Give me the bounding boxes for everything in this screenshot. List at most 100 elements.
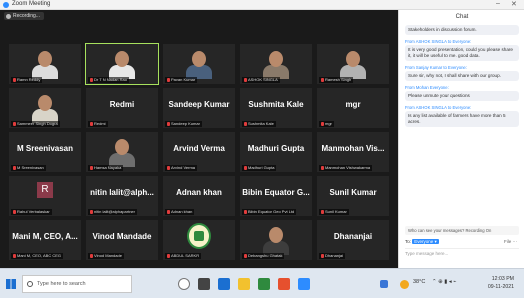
participant-name-label: Madhuri Gupta: [242, 165, 277, 171]
chat-message: Stakeholders in discussion forum.: [405, 25, 519, 35]
participant-tile[interactable]: R Rahul Verbalaskar: [9, 176, 81, 216]
participant-name-label: Dhananjai: [319, 253, 346, 259]
participant-name: Adnan khan: [171, 209, 193, 214]
participant-video: [181, 46, 217, 79]
participant-tile[interactable]: Sunil Kumar Sunil Kumar: [317, 176, 389, 216]
recording-label: Recording...: [13, 13, 40, 19]
chat-message-sender: From Mohan Everyone:: [405, 85, 449, 90]
system-clock[interactable]: 12:03 PM 09-11-2021: [488, 275, 514, 291]
clock-time: 12:03 PM: [491, 276, 514, 282]
participant-tile[interactable]: Mani M, CEO, A... Mani M, CEO, ABC CEG: [9, 220, 81, 260]
participant-name-label: Sunil Kumar: [319, 209, 349, 215]
participant-tile[interactable]: Sandeep Kumar Sandeep Kumar: [163, 88, 235, 128]
search-placeholder: Type here to search: [37, 281, 86, 287]
chat-header: Chat: [455, 14, 469, 20]
weather-icon[interactable]: [400, 280, 409, 289]
minimize-button[interactable]: –: [496, 0, 500, 7]
participant-name: Hamsa Nayaka: [94, 165, 122, 170]
record-icon: [6, 13, 11, 19]
participant-video: [335, 46, 371, 79]
participant-tile[interactable]: Dhananjai Dhananjai: [317, 220, 389, 260]
participant-display-name: nitin lalit@alph...: [90, 188, 154, 197]
participant-name-label: Mani M, CEO, ABC CEG: [11, 253, 64, 259]
participant-tile[interactable]: Hamsa Nayaka: [86, 132, 158, 172]
participant-tile[interactable]: Madhuri Gupta Madhuri Gupta: [240, 132, 312, 172]
participant-tile[interactable]: Sammeer Singh Dogra: [9, 88, 81, 128]
participant-name-label: ASHOK SINGLA: [242, 77, 280, 83]
recording-indicator[interactable]: Recording...: [4, 12, 44, 20]
muted-mic-icon: [321, 122, 324, 126]
participant-display-name: Madhuri Gupta: [247, 144, 305, 153]
edge-icon[interactable]: [218, 278, 230, 290]
participant-tile[interactable]: Adnan khan Adnan khan: [163, 176, 235, 216]
participant-tile[interactable]: ABDUL SARKR: [163, 220, 235, 260]
chat-more-button[interactable]: File ⋯: [504, 238, 517, 246]
chat-input[interactable]: Type message here...: [405, 248, 519, 258]
dropbox-icon[interactable]: [380, 280, 388, 288]
participant-tile[interactable]: Bibin Equator G... Bibin Equator Geo Pvt …: [240, 176, 312, 216]
participant-name-label: Vinod Mandade: [88, 253, 124, 259]
muted-mic-icon: [244, 122, 247, 126]
muted-mic-icon: [13, 122, 16, 126]
muted-mic-icon: [13, 254, 16, 258]
participant-name: Rahul Verbalaskar: [17, 209, 50, 214]
chat-messages: Stakeholders in discussion forum. From AS…: [405, 24, 519, 127]
participant-name-label: Rahul Verbalaskar: [11, 209, 52, 215]
close-button[interactable]: ✕: [511, 0, 517, 8]
participant-video: [104, 134, 140, 167]
participant-video: [258, 222, 294, 255]
recipient-select[interactable]: Everyone ▾: [412, 239, 439, 244]
cortana-icon[interactable]: [178, 278, 190, 290]
participant-tile[interactable]: Arvind Verma Arvind Verma: [163, 132, 235, 172]
participant-tile[interactable]: nitin lalit@alph... nitin lalit@alphapart…: [86, 176, 158, 216]
participant-tile[interactable]: Vinod Mandade Vinod Mandade: [86, 220, 158, 260]
office-icon[interactable]: [278, 278, 290, 290]
participant-tile[interactable]: Debangshu Ghatak: [240, 220, 312, 260]
participant-tile[interactable]: Manmohan Vis... Manmohan Vishwakarma: [317, 132, 389, 172]
chat-visibility-tip[interactable]: Who can see your messages? Recording On: [405, 226, 519, 235]
participant-name-label: Hamsa Nayaka: [88, 165, 124, 171]
zoom-app-icon: [3, 2, 9, 8]
participant-tile[interactable]: M Sreenivasan M Sreenivasan: [9, 132, 81, 172]
participant-display-name: M Sreenivasan: [16, 144, 74, 153]
participant-name-label: Ramesh Singh: [319, 77, 354, 83]
participant-name-label: M Sreenivasan: [11, 165, 46, 171]
participant-name-label: mgr: [319, 121, 334, 127]
participant-name-label: ABDUL SARKR: [165, 253, 202, 259]
participant-tile[interactable]: Ramn Reddy: [9, 44, 81, 84]
participant-tile[interactable]: mgr mgr: [317, 88, 389, 128]
muted-mic-icon: [90, 78, 93, 82]
participant-tile[interactable]: ASHOK SINGLA: [240, 44, 312, 84]
participant-tile[interactable]: Redmi Redmi: [86, 88, 158, 128]
zoom-taskbar-icon[interactable]: [298, 278, 310, 290]
participant-name: Pavan Kumar: [171, 77, 196, 82]
to-label: To:: [405, 239, 412, 244]
participant-tile[interactable]: Ramesh Singh: [317, 44, 389, 84]
chat-message-sender: From Sanjay Kumar to Everyone:: [405, 65, 467, 70]
participant-name-label: Manmohan Vishwakarma: [319, 165, 373, 171]
taskbar-search-input[interactable]: Type here to search: [22, 275, 132, 293]
participant-tile[interactable]: Dr T N Nadan Rao: [85, 43, 159, 85]
windows-start-icon[interactable]: [6, 279, 16, 289]
participant-name-label: Sammeer Singh Dogra: [11, 121, 60, 127]
tray-icons[interactable]: ⌃ ⊕ ▮ ◂ ⌁: [432, 279, 456, 285]
participant-name-label: Sandeep Kumar: [165, 121, 202, 127]
temperature[interactable]: 38°C: [413, 279, 425, 285]
participant-tile[interactable]: Pavan Kumar: [163, 44, 235, 84]
muted-mic-icon: [167, 210, 170, 214]
muted-mic-icon: [244, 210, 247, 214]
muted-mic-icon: [244, 78, 247, 82]
chat-message: Sure sir, why not, I shall share with ou…: [405, 71, 519, 81]
participant-display-name: Arvind Verma: [173, 144, 225, 153]
task-view-icon[interactable]: [198, 278, 210, 290]
participant-video: [27, 90, 63, 123]
muted-mic-icon: [167, 254, 170, 258]
participant-name: Dhananjai: [325, 253, 344, 258]
participant-display-name: Vinod Mandade: [92, 232, 152, 241]
participant-display-name: Sunil Kumar: [329, 188, 377, 197]
participant-tile[interactable]: Sushmita Kale Sushmita Kale: [240, 88, 312, 128]
chrome-icon[interactable]: [258, 278, 270, 290]
file-explorer-icon[interactable]: [238, 278, 250, 290]
participant-name: ABDUL SARKR: [171, 253, 200, 258]
participant-name: Sunil Kumar: [325, 209, 347, 214]
